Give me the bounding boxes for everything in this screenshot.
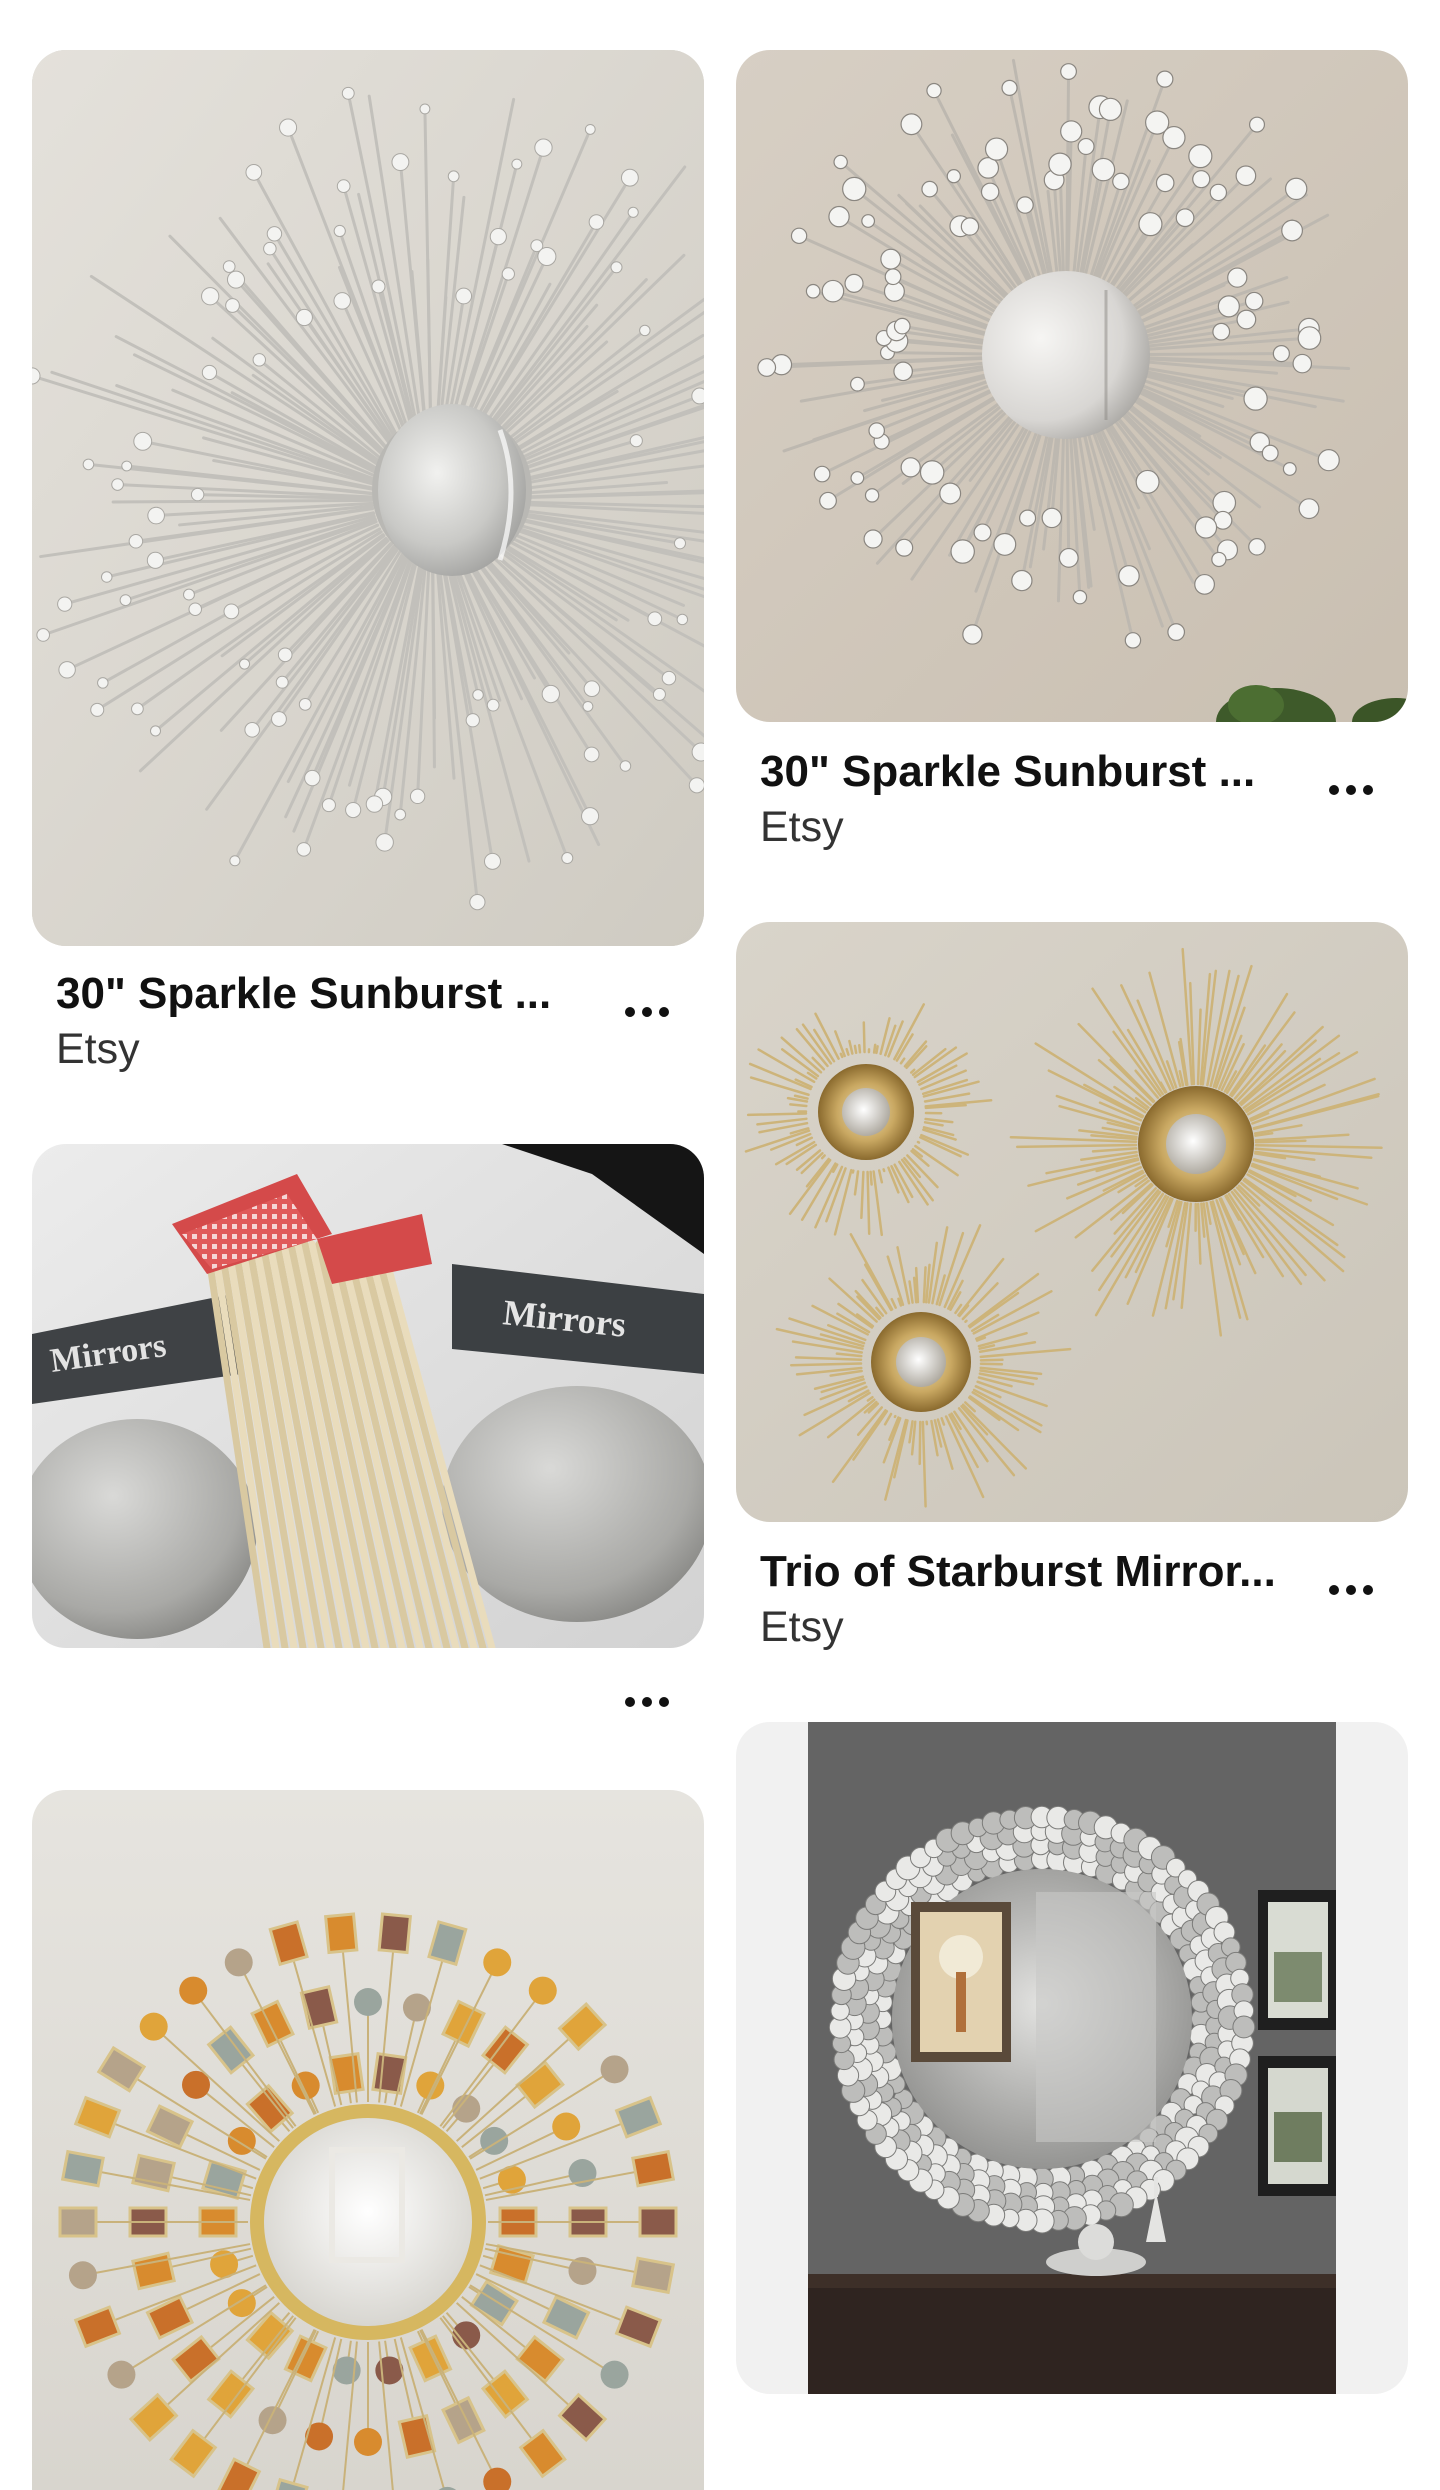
pin-source[interactable]: Etsy [56, 1024, 140, 1074]
more-options-button[interactable] [1316, 1568, 1386, 1612]
more-horizontal-icon [625, 1007, 635, 1017]
pin-image[interactable] [736, 922, 1408, 1522]
pin-image[interactable]: Mirrors Mirrors [32, 1144, 704, 1648]
pin-card[interactable]: 30" Sparkle Sunburst ... Etsy [32, 50, 704, 1090]
pin-card[interactable]: Trio of Starburst Mirror... Etsy [736, 922, 1408, 1672]
pin-title[interactable]: 30" Sparkle Sunburst ... [760, 746, 1280, 798]
more-options-button[interactable] [1316, 768, 1386, 812]
pin-card[interactable]: 30" Sparkle Sunburst ... Etsy [736, 50, 1408, 870]
pin-card[interactable] [736, 1722, 1408, 2420]
pin-image[interactable] [32, 1790, 704, 2490]
pin-image[interactable] [736, 1722, 1408, 2394]
pin-source[interactable]: Etsy [760, 1602, 844, 1652]
more-options-button[interactable] [612, 990, 682, 1034]
pin-image[interactable] [736, 50, 1408, 722]
more-horizontal-icon [1329, 1585, 1339, 1595]
more-horizontal-icon [625, 1697, 635, 1707]
pin-title[interactable]: 30" Sparkle Sunburst ... [56, 968, 576, 1020]
pin-source[interactable]: Etsy [760, 802, 844, 852]
pin-image[interactable] [32, 50, 704, 946]
pin-card[interactable] [32, 1790, 704, 2420]
more-options-button[interactable] [612, 1680, 682, 1724]
pin-card[interactable]: Mirrors Mirrors [32, 1144, 704, 1724]
more-horizontal-icon [1329, 785, 1339, 795]
pin-title[interactable]: Trio of Starburst Mirror... [760, 1546, 1280, 1598]
